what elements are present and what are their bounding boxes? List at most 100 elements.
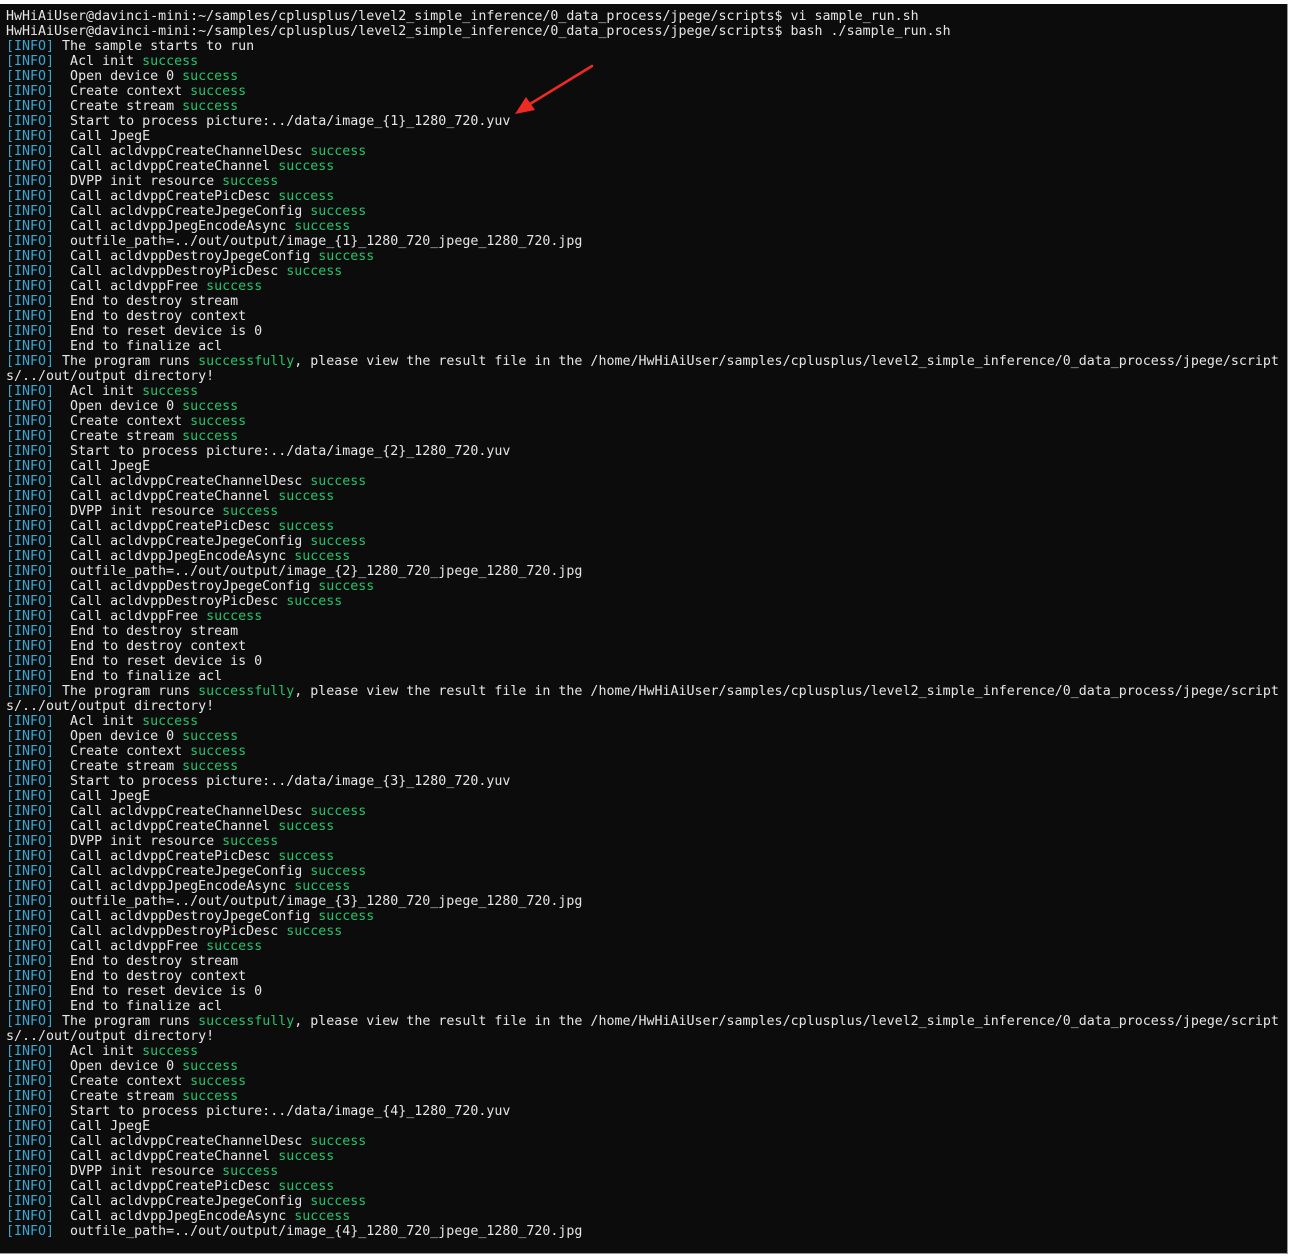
- log-level-tag: [INFO]: [6, 954, 55, 969]
- line-text: Start to process picture:../data/image_{…: [54, 1104, 511, 1119]
- line-text: End to finalize acl: [54, 339, 223, 354]
- success-text: successfully: [198, 684, 295, 699]
- line-text: Create stream: [54, 429, 183, 444]
- line-text: Call acldvppCreateChannelDesc: [54, 144, 311, 159]
- terminal-line: [INFO] The program runs successfully, pl…: [6, 354, 1279, 369]
- terminal-line: [INFO] DVPP init resource success: [6, 504, 1279, 519]
- line-text: Call JpegE: [54, 129, 151, 144]
- terminal-line: [INFO] Call JpegE: [6, 459, 1279, 474]
- log-level-tag: [INFO]: [6, 264, 55, 279]
- log-level-tag: [INFO]: [6, 294, 55, 309]
- line-text: Call acldvppFree: [54, 279, 207, 294]
- terminal-line: [INFO] Call acldvppDestroyPicDesc succes…: [6, 264, 1279, 279]
- log-level-tag: [INFO]: [6, 684, 55, 699]
- line-text: Call acldvppCreatePicDesc: [54, 849, 279, 864]
- terminal-output: HwHiAiUser@davinci-mini:~/samples/cplusp…: [6, 9, 1279, 1239]
- terminal-line: [INFO] Call JpegE: [6, 129, 1279, 144]
- terminal-window[interactable]: HwHiAiUser@davinci-mini:~/samples/cplusp…: [0, 4, 1288, 1254]
- log-level-tag: [INFO]: [6, 204, 55, 219]
- success-text: success: [278, 1179, 335, 1194]
- terminal-line: [INFO] Create stream success: [6, 759, 1279, 774]
- log-level-tag: [INFO]: [6, 384, 55, 399]
- line-text: Call acldvppCreateJpegeConfig: [54, 204, 311, 219]
- log-level-tag: [INFO]: [6, 894, 55, 909]
- log-level-tag: [INFO]: [6, 414, 55, 429]
- log-level-tag: [INFO]: [6, 564, 55, 579]
- line-text: End to reset device is 0: [54, 324, 263, 339]
- log-level-tag: [INFO]: [6, 99, 55, 114]
- log-level-tag: [INFO]: [6, 519, 55, 534]
- line-text: Acl init: [54, 714, 143, 729]
- terminal-line: [INFO] Call acldvppDestroyPicDesc succes…: [6, 594, 1279, 609]
- line-text: Call acldvppCreateJpegeConfig: [54, 1194, 311, 1209]
- terminal-line: [INFO] outfile_path=../out/output/image_…: [6, 564, 1279, 579]
- line-text: DVPP init resource: [54, 1164, 223, 1179]
- log-level-tag: [INFO]: [6, 654, 55, 669]
- terminal-line: [INFO] The sample starts to run: [6, 39, 1279, 54]
- terminal-line: [INFO] Call acldvppCreateJpegeConfig suc…: [6, 534, 1279, 549]
- terminal-line: [INFO] Call acldvppCreatePicDesc success: [6, 519, 1279, 534]
- log-level-tag: [INFO]: [6, 1209, 55, 1224]
- terminal-line: [INFO] Start to process picture:../data/…: [6, 1104, 1279, 1119]
- success-text: success: [206, 939, 263, 954]
- line-text: outfile_path=../out/output/image_{1}_128…: [54, 234, 583, 249]
- line-text: Call acldvppDestroyPicDesc: [54, 594, 287, 609]
- log-level-tag: [INFO]: [6, 789, 55, 804]
- line-text: Open device 0: [54, 399, 183, 414]
- line-text: DVPP init resource: [54, 504, 223, 519]
- line-text: Create context: [54, 1074, 191, 1089]
- success-text: success: [142, 54, 199, 69]
- line-text: Call acldvppCreatePicDesc: [54, 1179, 279, 1194]
- line-text: Call acldvppDestroyPicDesc: [54, 264, 287, 279]
- log-level-tag: [INFO]: [6, 39, 55, 54]
- terminal-line: [INFO] Call acldvppFree success: [6, 609, 1279, 624]
- terminal-line: [INFO] Call acldvppJpegEncodeAsync succe…: [6, 879, 1279, 894]
- terminal-line: [INFO] Call acldvppCreateChannel success: [6, 1149, 1279, 1164]
- success-text: success: [310, 534, 367, 549]
- terminal-line: [INFO] Call acldvppCreateChannelDesc suc…: [6, 1134, 1279, 1149]
- log-level-tag: [INFO]: [6, 234, 55, 249]
- terminal-line: [INFO] Call acldvppCreateChannelDesc suc…: [6, 144, 1279, 159]
- terminal-line: [INFO] Create stream success: [6, 99, 1279, 114]
- terminal-line: [INFO] End to destroy context: [6, 969, 1279, 984]
- line-text: Open device 0: [54, 1059, 183, 1074]
- log-level-tag: [INFO]: [6, 504, 55, 519]
- line-text: Call acldvppCreateJpegeConfig: [54, 534, 311, 549]
- terminal-line: [INFO] DVPP init resource success: [6, 834, 1279, 849]
- terminal-line: [INFO] Call acldvppCreateJpegeConfig suc…: [6, 1194, 1279, 1209]
- log-level-tag: [INFO]: [6, 744, 55, 759]
- terminal-line: [INFO] outfile_path=../out/output/image_…: [6, 234, 1279, 249]
- line-text: Call acldvppJpegEncodeAsync: [54, 1209, 295, 1224]
- terminal-line: [INFO] Acl init success: [6, 54, 1279, 69]
- log-level-tag: [INFO]: [6, 774, 55, 789]
- terminal-line: [INFO] Call acldvppCreateChannel success: [6, 159, 1279, 174]
- success-text: successfully: [198, 1014, 295, 1029]
- line-text-rest: , please view the result file in the /ho…: [294, 354, 1279, 369]
- log-level-tag: [INFO]: [6, 339, 55, 354]
- success-text: success: [190, 1074, 247, 1089]
- terminal-line: [INFO] Call acldvppCreateChannel success: [6, 819, 1279, 834]
- terminal-line: [INFO] Call acldvppCreateChannelDesc suc…: [6, 474, 1279, 489]
- success-text: success: [182, 729, 239, 744]
- success-text: success: [278, 519, 335, 534]
- line-text: Call acldvppFree: [54, 609, 207, 624]
- line-text-rest: , please view the result file in the /ho…: [294, 1014, 1279, 1029]
- terminal-line: [INFO] DVPP init resource success: [6, 1164, 1279, 1179]
- line-text: End to finalize acl: [54, 999, 223, 1014]
- terminal-line: [INFO] Start to process picture:../data/…: [6, 114, 1279, 129]
- line-text: End to destroy context: [54, 639, 247, 654]
- log-level-tag: [INFO]: [6, 1194, 55, 1209]
- terminal-line: [INFO] Create context success: [6, 1074, 1279, 1089]
- log-level-tag: [INFO]: [6, 879, 55, 894]
- terminal-line: HwHiAiUser@davinci-mini:~/samples/cplusp…: [6, 9, 1279, 24]
- line-text: Start to process picture:../data/image_{…: [54, 444, 511, 459]
- success-text: success: [142, 384, 199, 399]
- terminal-line: [INFO] Acl init success: [6, 1044, 1279, 1059]
- terminal-line: [INFO] Call acldvppCreateChannel success: [6, 489, 1279, 504]
- terminal-line: [INFO] Call acldvppJpegEncodeAsync succe…: [6, 1209, 1279, 1224]
- terminal-line: [INFO] Call acldvppFree success: [6, 279, 1279, 294]
- success-text: success: [318, 249, 375, 264]
- success-text: success: [278, 159, 335, 174]
- success-text: success: [182, 99, 239, 114]
- line-text: Call acldvppCreateChannel: [54, 489, 279, 504]
